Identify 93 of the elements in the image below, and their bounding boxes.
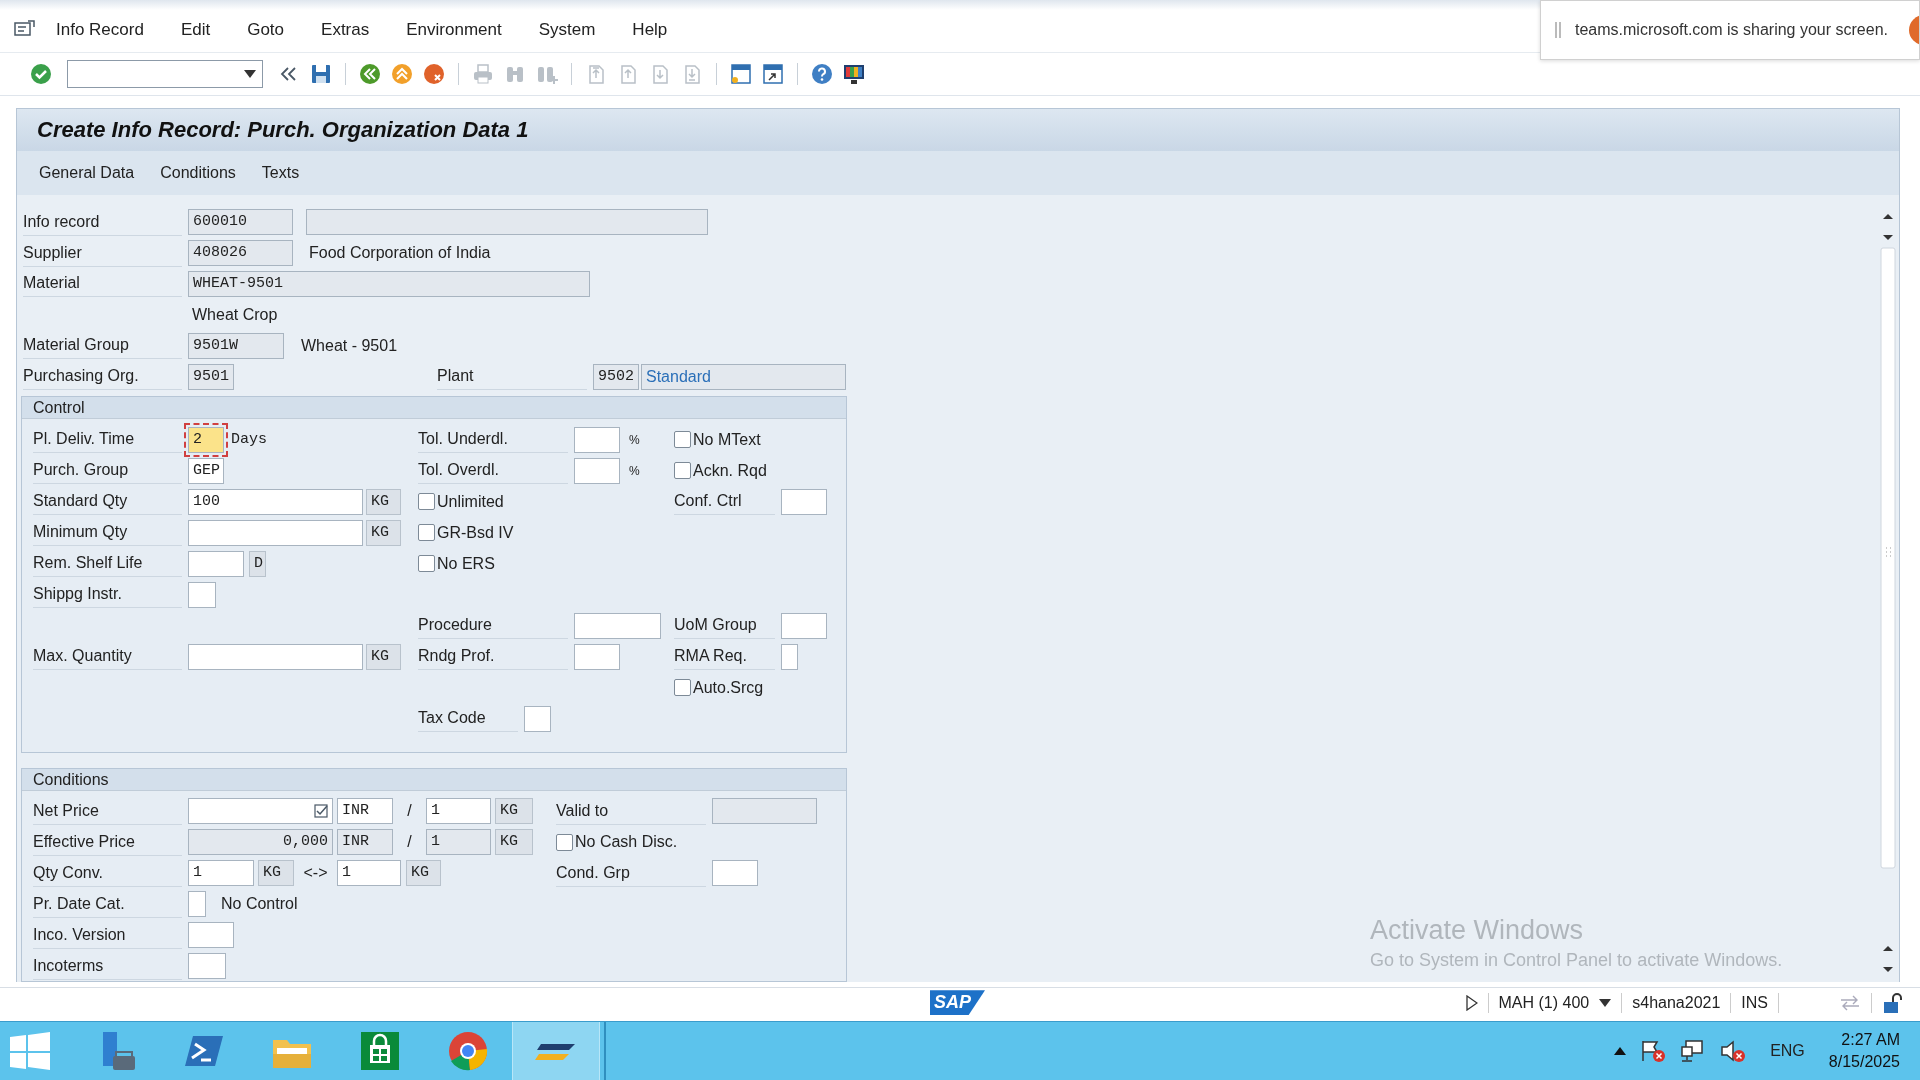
checkbox-label: No Cash Disc.	[575, 833, 678, 852]
field-label: Supplier	[23, 239, 182, 267]
input-field[interactable]: INR	[337, 798, 393, 825]
checkbox-label: No ERS	[437, 554, 495, 573]
checkbox-label: Auto.Srcg	[693, 678, 764, 697]
group-title: Control	[22, 397, 846, 420]
field-label: Net Price	[33, 797, 182, 825]
field-label: UoM Group	[674, 612, 775, 640]
clock-time: 2:27 AM	[1841, 1030, 1900, 1050]
notification-text: teams.microsoft.com is sharing your screen.	[1575, 21, 1888, 39]
menu-item[interactable]: System	[538, 16, 596, 44]
unit-text: %	[629, 432, 640, 447]
field-label: Minimum Qty	[33, 519, 182, 547]
field-label: Incoterms	[33, 952, 182, 980]
toolbar-button[interactable]: Conditions	[154, 159, 242, 186]
clock-date: 8/15/2025	[1828, 1052, 1900, 1072]
display-field: 0,000	[188, 829, 333, 856]
input-field[interactable]: 1	[188, 860, 254, 887]
field-label: RMA Req.	[674, 643, 775, 671]
field-label: Valid to	[556, 797, 706, 825]
session-info: MAH (1) 400	[1498, 993, 1590, 1012]
input-mode: INS	[1741, 993, 1768, 1012]
field-label: Effective Price	[33, 828, 182, 856]
description-text: No Control	[221, 895, 298, 914]
description-text: Wheat - 9501	[301, 336, 398, 355]
sap-logo: SAP	[930, 990, 985, 1016]
display-field: 600010	[188, 209, 293, 236]
description-text: Food Corporation of India	[309, 244, 491, 262]
display-field: 9501W	[188, 332, 284, 359]
screen-title: Create Info Record: Purch. Organization Data 1	[37, 116, 529, 143]
checkbox-label: Ackn. Rqd	[693, 461, 767, 480]
server-name: s4hana2021	[1632, 993, 1721, 1012]
field-label: Tol. Underdl.	[418, 426, 568, 454]
field-label: Pl. Deliv. Time	[33, 426, 182, 454]
unit-field: KG	[258, 860, 294, 887]
field-label: Purch. Group	[33, 457, 182, 485]
unit-text: %	[629, 463, 640, 478]
toolbar-button[interactable]: Texts	[255, 159, 306, 186]
unit-field: KG	[366, 643, 401, 670]
menu-item[interactable]: Info Record	[56, 16, 144, 44]
description-text: Wheat Crop	[192, 305, 278, 324]
field-label: Purchasing Org.	[23, 363, 182, 391]
input-field[interactable]: 1	[337, 860, 401, 887]
toolbar-button[interactable]: General Data	[33, 159, 141, 186]
field-label: Rndg Prof.	[418, 643, 568, 671]
display-field: Standard	[641, 363, 846, 390]
input-field[interactable]: GEP	[188, 457, 224, 484]
field-label: Info record	[23, 208, 182, 236]
checkbox-label: Unlimited	[437, 492, 504, 511]
field-label: Qty Conv.	[33, 859, 182, 887]
group-title: Conditions	[22, 768, 846, 791]
field-label: Inco. Version	[33, 921, 182, 949]
field-label: Standard Qty	[33, 488, 182, 516]
display-field: 408026	[188, 240, 293, 266]
activation-text: Go to System in Control Panel to activate Windows.	[1370, 950, 1783, 971]
menu-item[interactable]: Goto	[247, 16, 285, 44]
checkbox-label: No MText	[693, 430, 761, 449]
menu-item[interactable]: Edit	[180, 16, 211, 44]
field-label: Cond. Grp	[556, 859, 706, 887]
field-label: Material	[23, 270, 182, 298]
field-label: Shippg Instr.	[33, 581, 182, 609]
display-field: 9502	[593, 363, 639, 390]
activation-title: Activate Windows	[1370, 915, 1585, 946]
display-field: WHEAT-9501	[188, 270, 590, 297]
field-label: Conf. Ctrl	[674, 488, 775, 516]
field-label: Pr. Date Cat.	[33, 890, 182, 918]
field-label: Rem. Shelf Life	[33, 550, 182, 578]
display-field: INR	[337, 829, 393, 856]
field-label: Tol. Overdl.	[418, 457, 568, 485]
unit-field: KG	[366, 488, 401, 515]
field-label: Max. Quantity	[33, 643, 182, 671]
field-label: Tax Code	[418, 705, 518, 733]
menu-item[interactable]: Help	[632, 16, 668, 44]
separator-text: <->	[302, 864, 329, 883]
checkbox-label: GR-Bsd IV	[437, 523, 514, 542]
separator-text: /	[406, 802, 413, 821]
field-label: Plant	[437, 363, 587, 391]
display-field: 1	[426, 829, 491, 856]
field-label: Procedure	[418, 612, 568, 640]
menu-item[interactable]: Extras	[321, 16, 370, 44]
language-indicator: ENG	[1770, 1042, 1805, 1060]
unit-field: KG	[366, 519, 401, 546]
unit-field: KG	[495, 829, 533, 856]
unit-text: Days	[231, 431, 267, 449]
input-field[interactable]: 100	[188, 488, 363, 515]
unit-field: KG	[495, 798, 533, 825]
separator-text: /	[406, 833, 413, 852]
unit-field: KG	[406, 860, 441, 887]
display-field: 9501	[188, 363, 234, 390]
menu-item[interactable]: Environment	[406, 16, 502, 44]
field-label: Material Group	[23, 332, 182, 360]
unit-field: D	[249, 550, 266, 577]
input-field[interactable]: 1	[426, 798, 491, 825]
